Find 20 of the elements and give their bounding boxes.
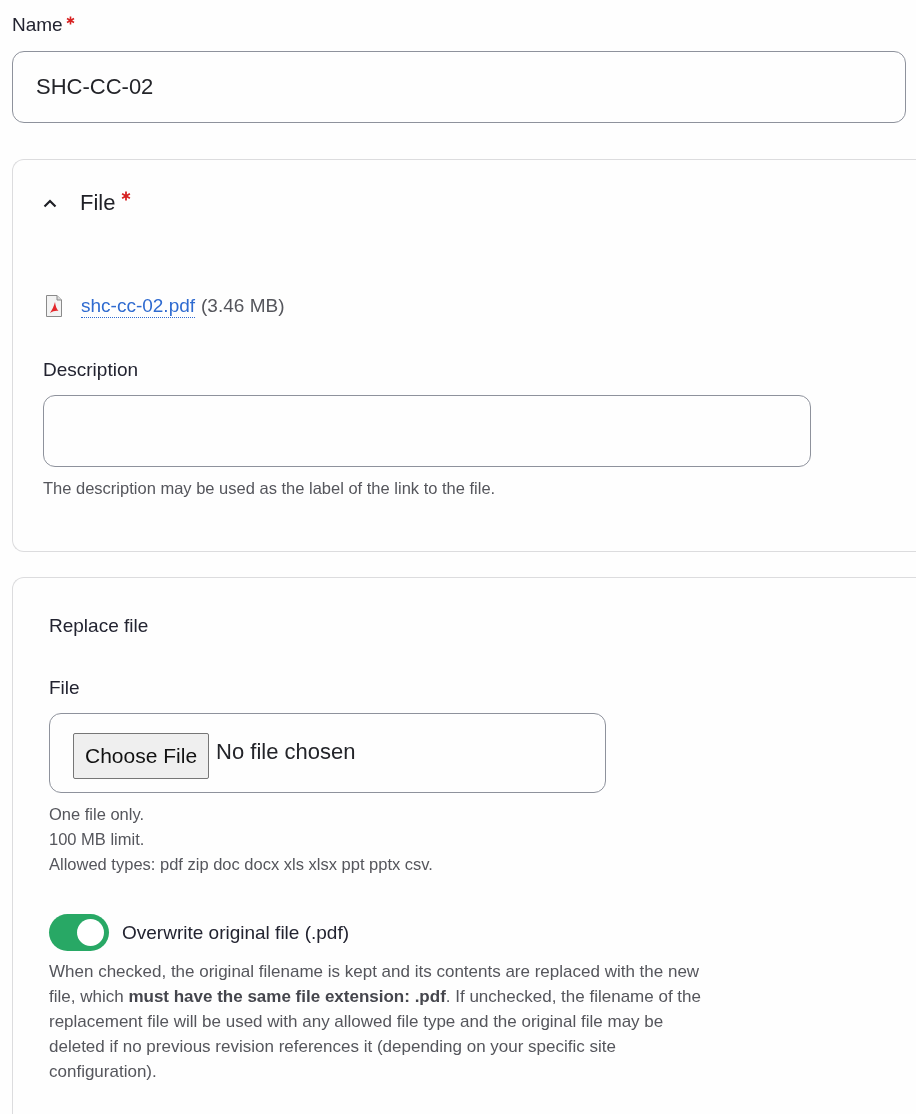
- field-label: Description: [43, 358, 139, 382]
- field-label: Name: [12, 13, 63, 37]
- description-input[interactable]: [43, 395, 811, 467]
- toggle-description: When checked, the original filename is kept and its contents are replaced with the new file, which must have the same file extension: .pdf. If unchecked, the filename of the replacement file will be used with any allowed file type and the original file may be deleted if no previous revision references it (depending on your specific site configuration).: [49, 961, 702, 1083]
- help-text: One file only.: [49, 804, 145, 825]
- choose-file-button[interactable]: Choose File: [73, 733, 210, 779]
- field-label: File: [49, 676, 80, 700]
- toggle-switch[interactable]: [49, 914, 109, 951]
- section-toggle[interactable]: File: [43, 189, 132, 217]
- file-input-field[interactable]: Choose File No file chosen: [49, 713, 606, 793]
- toggle-label[interactable]: Overwrite original file (.pdf): [122, 921, 350, 944]
- file-size-text: (3.46 MB): [201, 295, 285, 317]
- name-input[interactable]: SHC-CC-02: [12, 51, 906, 123]
- pdf-file-icon: [46, 295, 62, 317]
- file-status-text: No file chosen: [216, 739, 356, 765]
- help-text: The description may be used as the label of the link to the file.: [43, 478, 496, 499]
- help-text: 100 MB limit.: [49, 829, 145, 850]
- file-link[interactable]: shc-cc-02.pdf: [81, 294, 196, 318]
- section-heading: Replace file: [49, 614, 149, 638]
- help-text: Allowed types: pdf zip doc docx xls xlsx ppt pptx csv.: [49, 854, 433, 875]
